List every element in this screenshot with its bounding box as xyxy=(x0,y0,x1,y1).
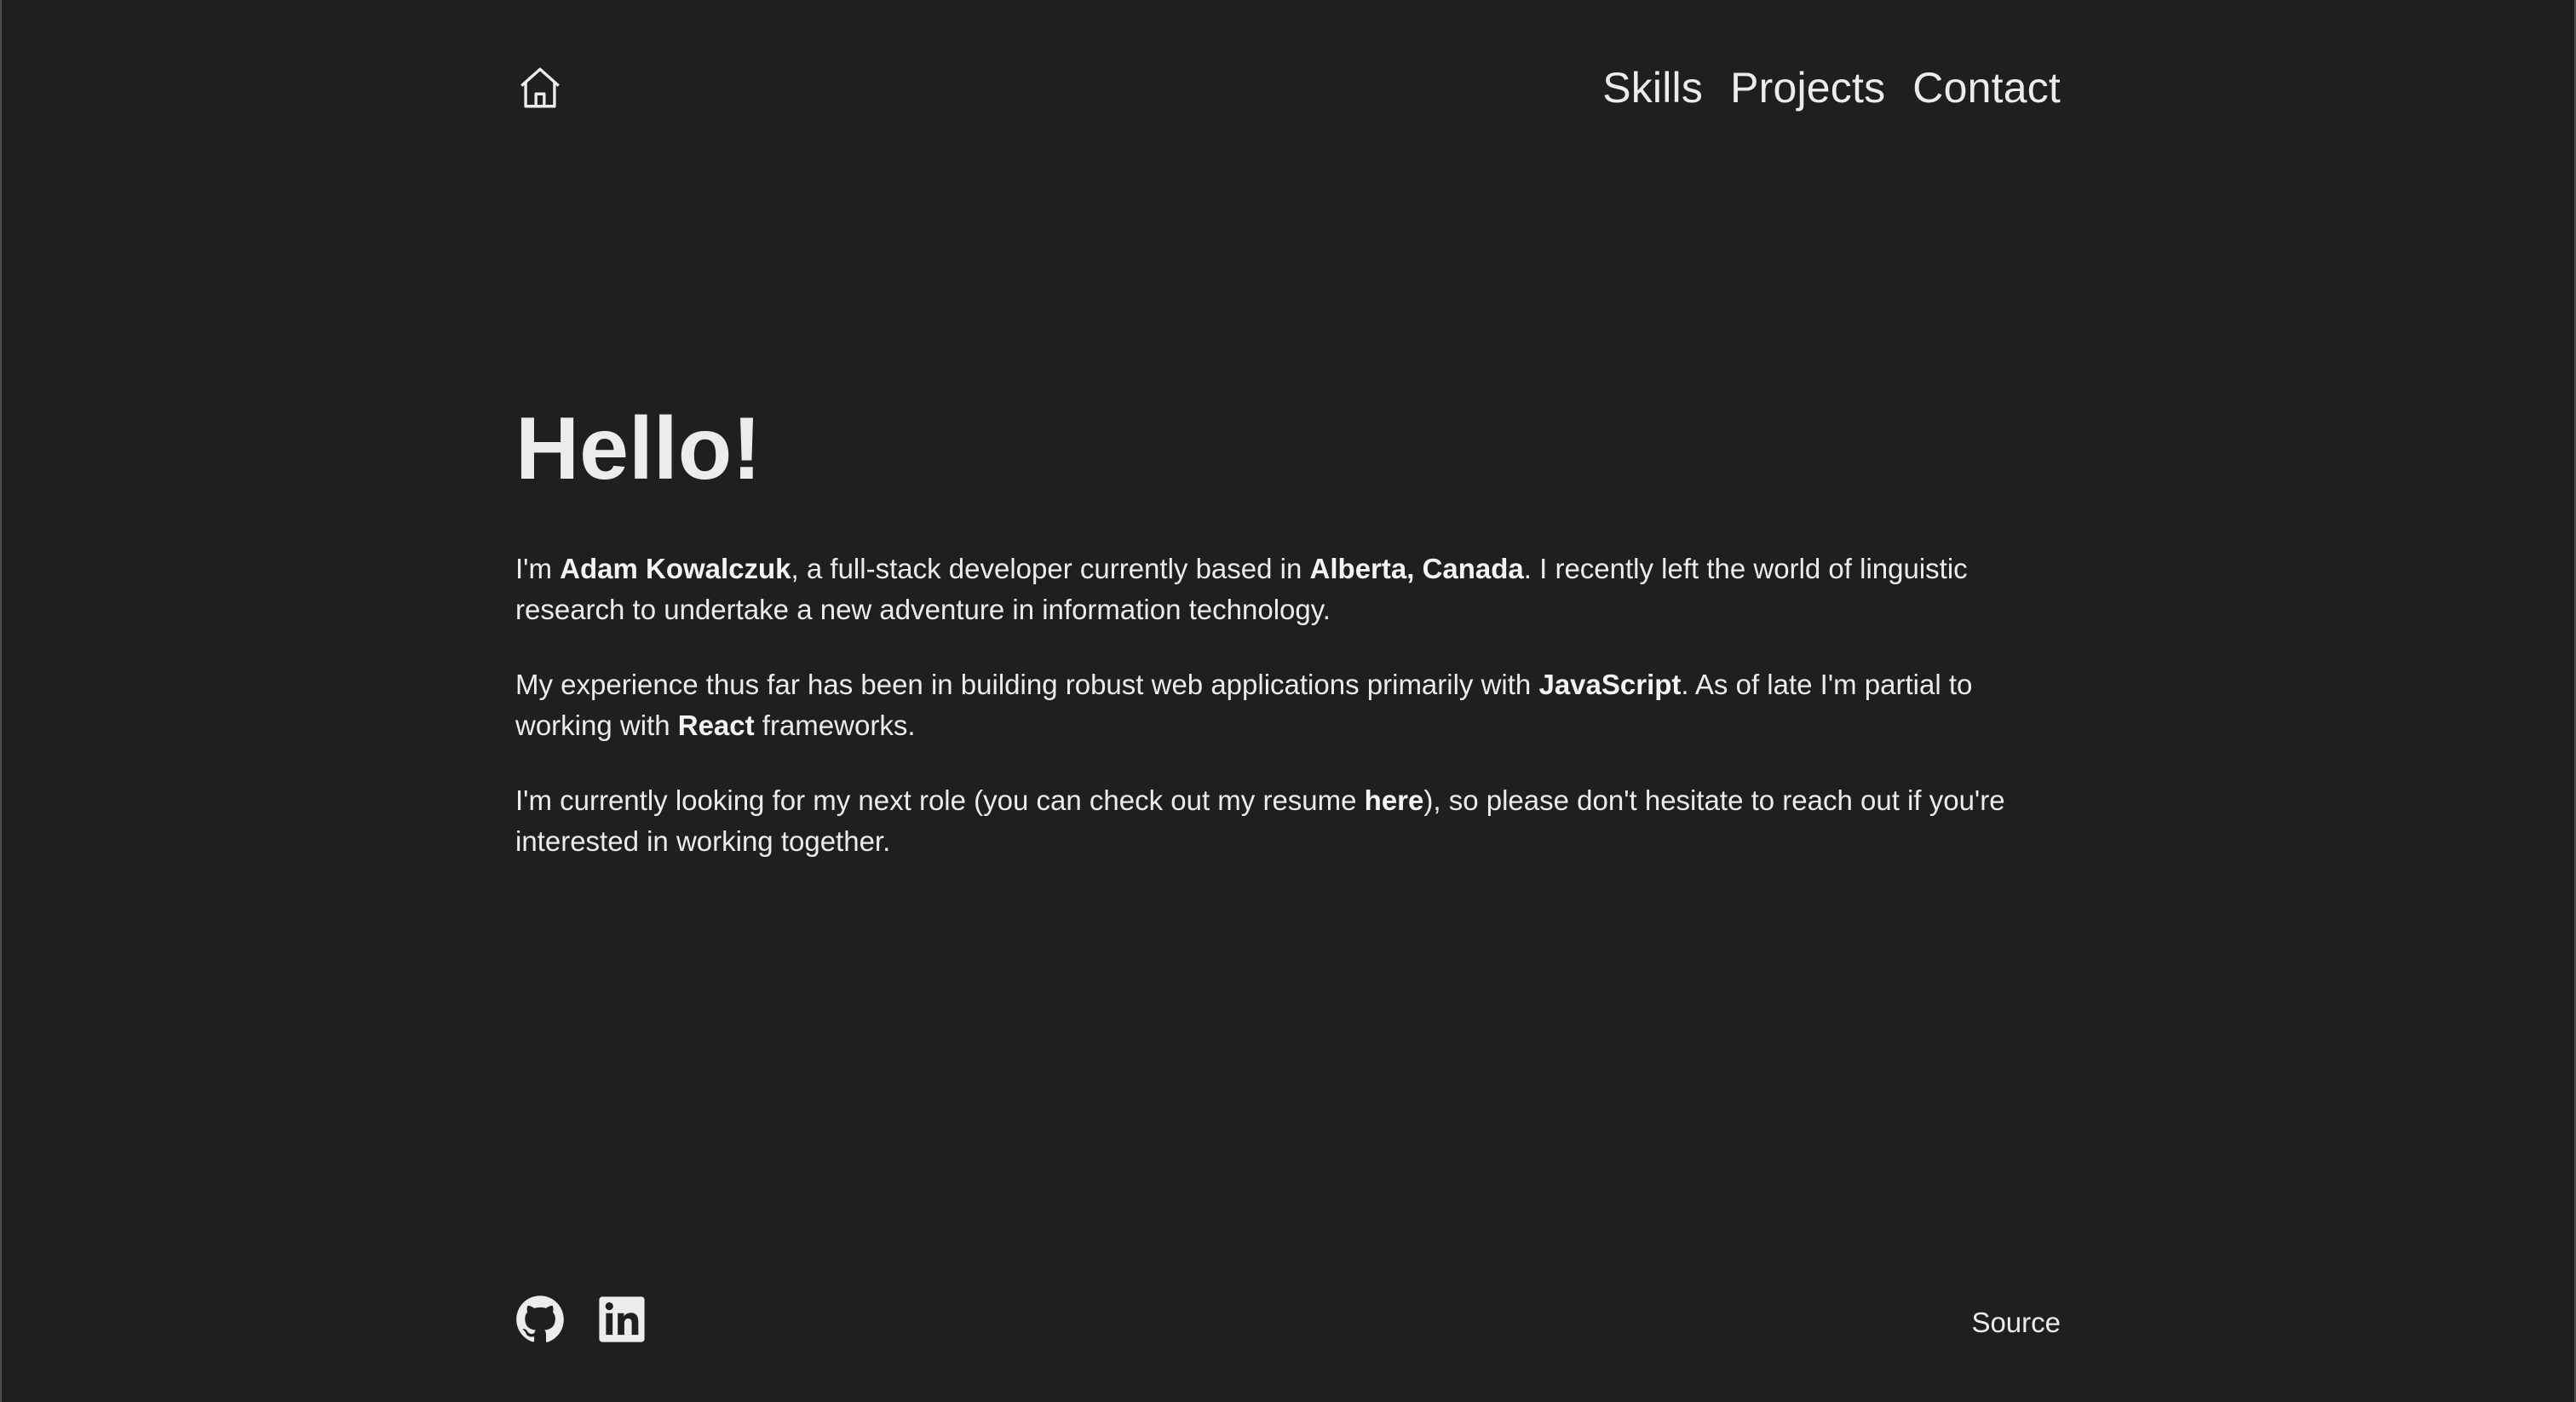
nav-skills-link[interactable]: Skills xyxy=(1602,63,1703,112)
framework-highlight: React xyxy=(677,710,755,741)
github-link[interactable] xyxy=(515,1295,565,1344)
home-icon xyxy=(520,67,560,108)
linkedin-link[interactable] xyxy=(597,1295,647,1344)
main-nav: Skills Projects Contact xyxy=(1602,63,2061,112)
name-highlight: Adam Kowalczuk xyxy=(560,553,791,584)
intro-paragraph: I'm Adam Kowalczuk, a full-stack develop… xyxy=(515,553,1968,625)
linkedin-icon xyxy=(599,1296,645,1342)
site-header: Skills Projects Contact xyxy=(515,49,2061,126)
source-link[interactable]: Source xyxy=(1971,1307,2061,1339)
resume-link[interactable]: here xyxy=(1365,784,1424,816)
github-icon xyxy=(516,1296,564,1342)
home-link[interactable] xyxy=(515,63,565,112)
language-highlight: JavaScript xyxy=(1538,669,1682,700)
page-title: Hello! xyxy=(515,399,762,498)
site-footer: Source xyxy=(515,1290,2061,1349)
location-highlight: Alberta, Canada xyxy=(1309,553,1524,584)
social-links xyxy=(515,1295,647,1344)
nav-contact-link[interactable]: Contact xyxy=(1912,63,2061,112)
looking-paragraph: I'm currently looking for my next role (… xyxy=(515,784,2005,857)
window-border-left xyxy=(0,0,2,1402)
main-content: Hello! I'm Adam Kowalczuk, a full-stack … xyxy=(515,394,2074,896)
experience-paragraph: My experience thus far has been in build… xyxy=(515,669,1973,741)
nav-projects-link[interactable]: Projects xyxy=(1730,63,1885,112)
